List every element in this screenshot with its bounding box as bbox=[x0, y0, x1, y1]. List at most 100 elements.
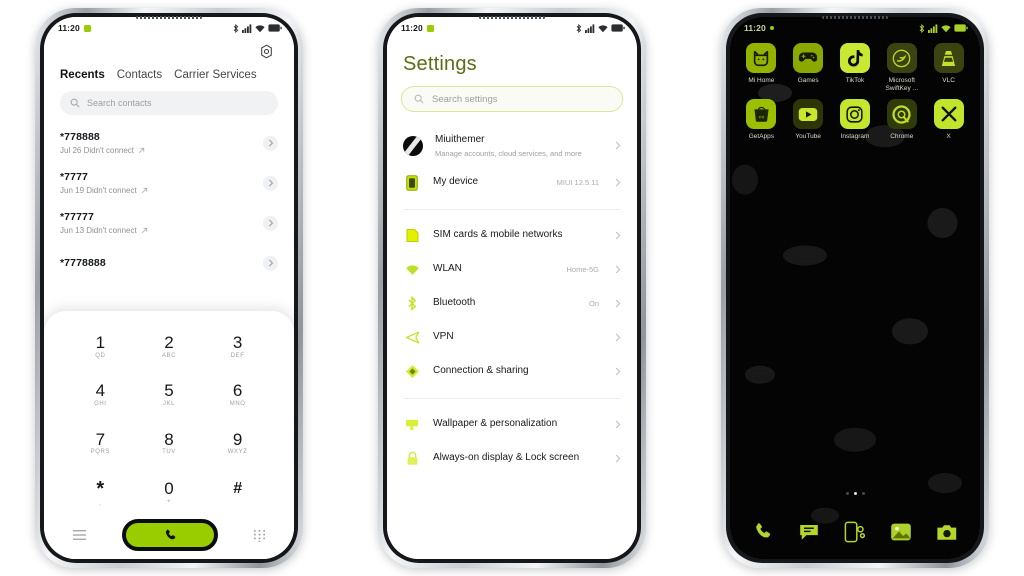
svg-text:mi: mi bbox=[759, 114, 764, 120]
search-settings-input[interactable]: Search settings bbox=[401, 86, 623, 112]
keypad-grid-icon[interactable] bbox=[253, 529, 266, 542]
status-bar-right bbox=[576, 23, 625, 33]
dialpad-key-2[interactable]: 2 ABC bbox=[135, 325, 204, 369]
search-settings-placeholder: Search settings bbox=[432, 93, 498, 105]
app-instagram[interactable]: Instagram bbox=[832, 99, 879, 141]
gear-icon[interactable] bbox=[256, 41, 276, 61]
call-button[interactable] bbox=[122, 519, 218, 551]
dialpad-letters: ABC bbox=[161, 353, 177, 360]
dialpad-key-8[interactable]: 8 TUV bbox=[135, 421, 204, 465]
bluetooth-icon bbox=[403, 295, 421, 313]
home-screen: 11:20 Mi Home Games TikTok Microsoft Swi… bbox=[730, 17, 980, 559]
list-item-texts: Connection & sharing bbox=[433, 365, 603, 378]
call-detail-chevron[interactable] bbox=[263, 255, 278, 271]
list-item[interactable]: My device MIUI 12.5.11 bbox=[401, 166, 623, 200]
list-item[interactable]: Miuithemer Manage accounts, cloud servic… bbox=[401, 126, 623, 166]
app-x[interactable]: X bbox=[925, 99, 972, 141]
dialer-toolbar bbox=[60, 39, 278, 67]
list-item[interactable]: WLAN Home-5G bbox=[401, 253, 623, 287]
settings-content: Settings Search settings Miuithemer Mana… bbox=[387, 39, 637, 480]
chevron-right-icon bbox=[615, 141, 621, 150]
dialpad-key-9[interactable]: 9 WXYZ bbox=[203, 421, 272, 465]
list-item-value: On bbox=[588, 299, 599, 308]
dialpad-letters: + bbox=[166, 499, 172, 506]
dock-item-camera[interactable] bbox=[924, 519, 970, 545]
app-youtube[interactable]: YouTube bbox=[785, 99, 832, 141]
tab-contacts[interactable]: Contacts bbox=[117, 69, 162, 81]
dialpad-key-1[interactable]: 1 QD bbox=[66, 325, 135, 369]
call-detail-text: Jun 19 Didn't connect bbox=[60, 186, 137, 195]
call-number: *77777 bbox=[60, 211, 94, 223]
tab-carrier-services[interactable]: Carrier Services bbox=[174, 69, 256, 81]
dialpad-key-hash[interactable]: # bbox=[203, 470, 272, 517]
page-dot[interactable] bbox=[845, 492, 849, 495]
call-detail-text: Jul 26 Didn't connect bbox=[60, 146, 135, 155]
app-microsoft-swiftkey[interactable]: Microsoft SwiftKey ... bbox=[878, 43, 925, 93]
sim-card-icon bbox=[403, 227, 421, 245]
dialpad-digit: 3 bbox=[232, 333, 243, 353]
dialpad-key-3[interactable]: 3 DEF bbox=[203, 325, 272, 369]
list-item[interactable]: Always-on display & Lock screen bbox=[401, 442, 623, 476]
tab-recents[interactable]: Recents bbox=[60, 69, 105, 81]
notification-badge-icon bbox=[769, 26, 774, 30]
signal-icon bbox=[242, 23, 252, 33]
app-chrome[interactable]: Chrome bbox=[878, 99, 925, 141]
list-item-label: SIM cards & mobile networks bbox=[433, 229, 563, 241]
list-item[interactable]: Connection & sharing bbox=[401, 355, 623, 389]
page-indicator bbox=[730, 492, 980, 495]
call-detail-chevron[interactable] bbox=[263, 175, 278, 191]
chevron-right-icon bbox=[268, 219, 273, 227]
phone-handset-icon bbox=[756, 523, 771, 538]
page-dot-active[interactable] bbox=[853, 492, 857, 495]
dialpad-key-4[interactable]: 4 GHI bbox=[66, 373, 135, 417]
dialpad-digit: 2 bbox=[164, 333, 174, 353]
dock-item-phone[interactable] bbox=[740, 519, 786, 545]
list-item-label: Miuithemer bbox=[435, 134, 485, 145]
call-detail: Jul 26 Didn't connect bbox=[60, 146, 145, 155]
dialpad-key-5[interactable]: 5 JKL bbox=[135, 373, 204, 417]
list-item[interactable]: VPN bbox=[401, 321, 623, 355]
call-detail-chevron[interactable] bbox=[263, 215, 278, 231]
camera-icon bbox=[937, 524, 957, 540]
dialpad-key-star[interactable]: *, bbox=[66, 470, 135, 517]
table-row[interactable]: *778888 Jul 26 Didn't connect bbox=[60, 123, 278, 163]
table-row[interactable]: *77777 Jun 13 Didn't connect bbox=[60, 203, 278, 243]
app-getapps[interactable]: mi GetApps bbox=[738, 99, 785, 141]
dock-item-settings[interactable] bbox=[832, 519, 878, 545]
menu-lines-icon[interactable] bbox=[72, 529, 87, 541]
page-dot[interactable] bbox=[861, 492, 865, 495]
signal-icon bbox=[928, 23, 938, 33]
table-row[interactable]: *7777 Jun 19 Didn't connect bbox=[60, 163, 278, 203]
list-item[interactable]: Bluetooth On bbox=[401, 287, 623, 321]
dialpad-key-7[interactable]: 7 PQRS bbox=[66, 421, 135, 465]
dialpad-key-0[interactable]: 0 + bbox=[135, 470, 204, 517]
dock-item-gallery[interactable] bbox=[878, 519, 924, 545]
list-item[interactable]: SIM cards & mobile networks bbox=[401, 219, 623, 253]
notification-badge-icon bbox=[83, 24, 91, 32]
vlc-cone-icon bbox=[933, 43, 964, 73]
dialpad-digit: 1 bbox=[95, 333, 106, 353]
list-item-label: Always-on display & Lock screen bbox=[433, 452, 580, 464]
dialer-app: 11:20 Recents Contacts Carrier Services … bbox=[44, 17, 294, 559]
app-mi-home[interactable]: Mi Home bbox=[738, 43, 785, 93]
dialpad-grid: 1 QD 2 ABC 3 DEF 4 GHI 5 JKL 6 MNO 7 PQRS 8 TUV … bbox=[66, 325, 272, 517]
search-contacts-input[interactable]: Search contacts bbox=[60, 91, 278, 115]
table-row[interactable]: *7778888 bbox=[60, 243, 278, 283]
phone-bezel: 11:20 Settings Search settings Miuitheme… bbox=[383, 13, 641, 563]
dialpad-key-6[interactable]: 6 MNO bbox=[203, 373, 272, 417]
call-number: *7778888 bbox=[60, 257, 106, 269]
call-detail-chevron[interactable] bbox=[263, 135, 278, 151]
notification-badge-icon bbox=[426, 24, 434, 32]
list-item-texts: SIM cards & mobile networks bbox=[433, 229, 603, 242]
list-item[interactable]: Wallpaper & personalization bbox=[401, 408, 623, 442]
phone-device-home: 11:20 Mi Home Games TikTok Microsoft Swi… bbox=[721, 8, 989, 568]
gamepad-icon bbox=[793, 43, 824, 73]
chevron-right-icon bbox=[615, 454, 621, 463]
earpiece-grille bbox=[136, 16, 202, 19]
app-vlc[interactable]: VLC bbox=[925, 43, 972, 93]
app-label: Instagram bbox=[840, 133, 870, 141]
app-tiktok[interactable]: TikTok bbox=[832, 43, 879, 93]
app-games[interactable]: Games bbox=[785, 43, 832, 93]
list-item-label: WLAN bbox=[433, 263, 462, 275]
dock-item-messages[interactable] bbox=[786, 519, 832, 545]
